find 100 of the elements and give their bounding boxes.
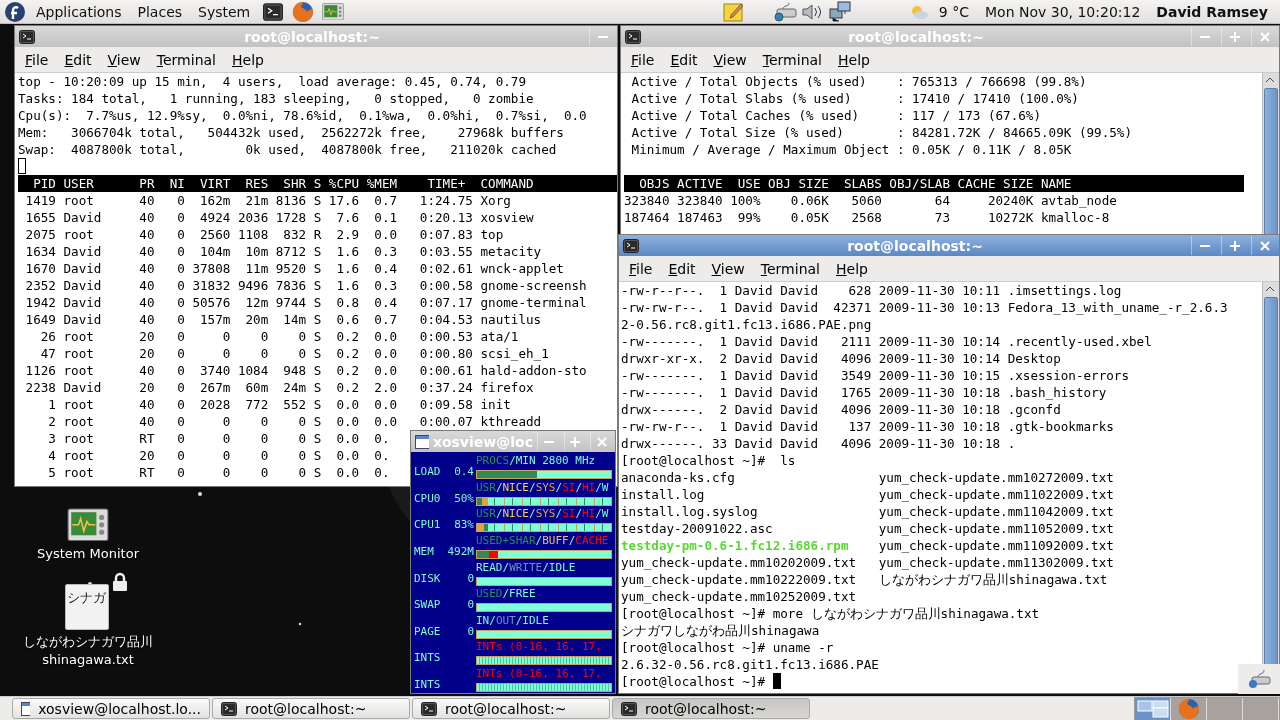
maximize-icon [1229,31,1240,42]
close-icon [1259,240,1270,251]
process-row-text: 2075 root 40 0 2560 1108 832 R 2.9 0.0 0:07.83 top [24,226,504,243]
window-icon [21,701,31,716]
menu-item[interactable]: File [622,258,660,279]
process-row-text: 5 root RT 0 0 0 0 S 0.0 0. [47,464,390,481]
firefox-icon[interactable] [1177,697,1200,720]
scrollbar[interactable] [1262,73,1279,236]
terminal-line: -rw-r--r--. 1 David David 628 2009-11-30 10:11 .imsettings.log [621,282,1122,299]
keyboard-icon[interactable] [1246,668,1272,690]
terminal-icon [621,700,637,717]
terminal-line: Active / Total Size (% used) : 84281.72K / 84665.09K (99.5%) [630,124,1132,141]
icon-label[interactable]: System Monitor [37,544,139,563]
menu-item[interactable]: Edit [663,49,705,70]
file-icon[interactable]: シナガ [65,584,109,630]
menu-item[interactable]: Edit [661,258,703,279]
menu-item[interactable]: View [704,258,752,279]
meter-legend: USED/FREE [476,587,612,602]
process-row-text: 1942 David 40 0 50576 12m 9744 S 0.8 0.4 0:07.17 gnome-terminal [24,294,587,311]
file-name: しながわシナガワ品川shinagawa.txt [878,571,1109,588]
meter-name: MEM [414,544,434,559]
firefox-icon[interactable] [292,0,315,23]
panel-menu[interactable]: Applications [30,3,128,20]
process-row-text: 47 root 20 0 0 0 0 S 0.2 0.0 0:00.80 scsi_eh_1 [39,345,549,362]
menu-item[interactable]: View [706,49,754,70]
task-button[interactable]: xosview@localhost.lo... [12,698,210,719]
meter-name: INTS [414,651,441,666]
terminal-line: -rw-------. 1 David David 3549 2009-11-30 10:15 .xsession-errors [621,367,1129,384]
terminal-icon [19,28,35,45]
notes-icon[interactable] [722,1,745,22]
meter-value: 50% [454,491,474,506]
terminal-line: top - 10:20:09 up 15 min, 4 users, load average: 0.45, 0.74, 0.79 [18,73,526,90]
file-name: yum_check-update.mm10252009.txt [621,588,858,605]
terminal-line: -rw-rw-r--. 1 David David 42371 2009-11-30 10:13 Fedora_13_with_uname_-r_2.6.3 [621,299,1228,316]
user-name[interactable]: David Ramsey [1150,3,1274,20]
terminal-line: Minimum / Average / Maximum Object : 0.05K / 0.11K / 8.05K [630,141,1072,158]
process-row-text: 2238 David 20 0 267m 60m 24m S 0.2 2.0 0:37.24 firefox [24,379,534,396]
process-row-text: 1649 David 40 0 157m 20m 14m S 0.6 0.7 0:04.53 nautilus [24,311,542,328]
meter-name: CPU0 [414,491,441,506]
meter-legend: INTs (0-16, 16, 17, [476,640,612,655]
clock[interactable]: Mon Nov 30, 10:20:12 [979,3,1147,20]
system-monitor-icon[interactable] [67,508,109,542]
menu-item[interactable]: Terminal [755,49,829,70]
terminal-line: 2.6.32-0.56.rc8.git1.fc13.i686.PAE [621,656,879,673]
process-row-text: 26 root 20 0 0 0 0 S 0.2 0.0 0:00.53 ata/1 [39,328,519,345]
window-thumbnails-icon [1136,699,1169,718]
menu-item[interactable]: Edit [57,49,99,70]
file-name: yum_check-update.mm11042009.txt [878,503,1115,520]
terminal-line: [root@localhost ~]# uname -r [621,639,834,656]
terminal-icon [421,700,437,717]
meter-name: CPU1 [414,518,441,533]
terminal-icon [263,1,284,22]
terminal-line: シナガワしながわ品川shinagawa [621,622,820,639]
process-row-text: 1634 David 40 0 104m 10m 8712 S 1.6 0.3 0:03.55 metacity [24,243,542,260]
window-title: root@localhost:~ [847,28,985,45]
close-icon [1259,31,1270,42]
process-row-text: 2352 David 40 0 31832 9496 7836 S 1.6 0.3 0:00.58 gnome-screensh [24,277,587,294]
task-button[interactable]: root@localhost:~ [212,698,410,719]
terminal-line: [root@localhost ~]# [621,673,767,690]
keyboard-icon[interactable] [772,1,797,22]
icon-label[interactable]: しながわシナガワ品川 shinagawa.txt [23,633,153,669]
workspace-button[interactable] [1135,697,1171,720]
menu-item[interactable]: Help [225,49,271,70]
terminal-line: [root@localhost ~]# ls [621,452,796,469]
logo-icon[interactable] [4,0,26,23]
network-icon[interactable] [828,0,853,23]
terminal-icon [625,28,641,45]
terminal-line: -rw-------. 1 David David 1765 2009-11-30 10:18 .bash_history [621,384,1107,401]
terminal-line: Tasks: 184 total, 1 running, 183 sleeping, 0 stopped, 0 zombie [18,90,534,107]
panel-menu[interactable]: Places [131,3,189,20]
terminal-icon [623,237,639,254]
menu-item[interactable]: Help [829,258,875,279]
menu-item[interactable]: Terminal [149,49,223,70]
panel-menu[interactable]: System [192,3,257,20]
menu-item[interactable]: File [624,49,662,70]
terminal-line: -rw-------. 1 David David 2111 2009-11-30 10:14 .recently-used.xbel [621,333,1152,350]
process-row-text: 1419 root 40 0 162m 21m 8136 S 17.6 0.7 1:24.75 Xorg [24,192,511,209]
meter-legend: USED+SHAR/BUFF/CACHE [476,533,612,548]
window-title: root@localhost:~ [846,237,984,254]
task-button[interactable]: root@localhost:~ [412,698,610,719]
meter-name: PAGE [414,624,441,639]
window-title: xosview@loc [432,433,533,450]
file-name: yum_check-update.mm11302009.txt [878,554,1115,571]
menu-item[interactable]: View [100,49,148,70]
meter-legend: READ/WRITE/IDLE [476,560,612,575]
text-cursor [772,673,781,689]
terminal-line: Swap: 4087800k total, 0k used, 4087800k free, 211020k cached [18,141,557,158]
temperature[interactable]: 9 °C [932,3,975,20]
menu-item[interactable]: File [18,49,56,70]
file-name: yum_check-update.mm10272009.txt [878,469,1115,486]
file-name: yum_check-update.mm10202009.txt [621,554,858,571]
terminal-line: drwx------. 33 David David 4096 2009-11-30 10:18 . [621,435,1016,452]
file-name: yum_check-update.mm11022009.txt [878,486,1115,503]
menu-item[interactable]: Terminal [753,258,827,279]
meter-name: DISK [414,571,441,586]
menu-item[interactable]: Help [831,49,877,70]
task-button[interactable]: root@localhost:~ [612,698,810,719]
maximize-icon [570,436,581,447]
file-name: yum_check-update.mm11092009.txt [878,537,1115,554]
terminal-icon [221,700,237,717]
